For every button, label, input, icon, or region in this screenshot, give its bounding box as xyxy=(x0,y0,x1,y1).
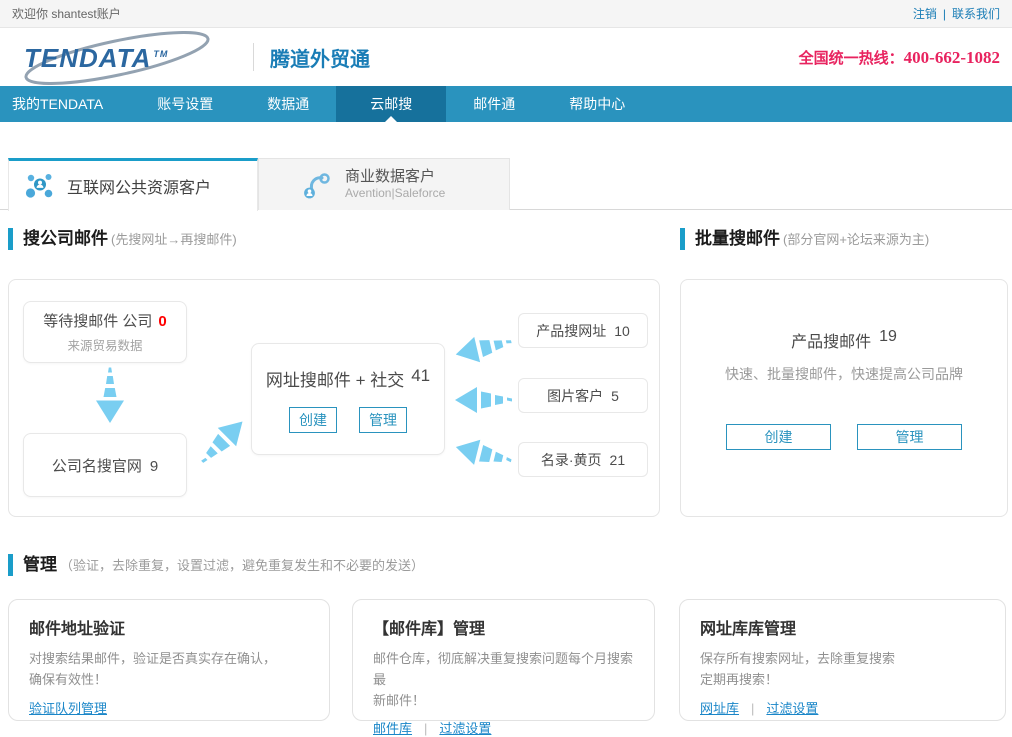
card-body-line: 确保有效性！ xyxy=(29,670,309,691)
hotline: 全国统一热线：400-662-1082 xyxy=(799,47,1000,68)
source-count: 5 xyxy=(611,388,619,404)
verification-queue-link[interactable]: 验证队列管理 xyxy=(29,701,107,716)
center-box-label: 网址搜邮件 + 社交 xyxy=(266,366,404,391)
topbar-separator: | xyxy=(943,7,946,21)
section-note: (先搜网址→再搜邮件) xyxy=(111,229,237,248)
company-search-count: 9 xyxy=(150,458,158,475)
filter-settings-link[interactable]: 过滤设置 xyxy=(766,701,818,716)
card-body-line: 邮件仓库，彻底解决重复搜索问题每个月搜索最 xyxy=(373,649,634,691)
center-box-count: 41 xyxy=(411,366,430,391)
waiting-source: 来源贸易数据 xyxy=(67,335,142,354)
batch-description: 快速、批量搜邮件，快速提高公司品牌 xyxy=(725,364,963,384)
flow-arrow-down-icon xyxy=(93,367,127,423)
image-customers-box: 图片客户 5 xyxy=(518,378,648,413)
url-library-link[interactable]: 网址库 xyxy=(700,701,739,716)
trademark-symbol: TM xyxy=(153,49,168,59)
url-search-email-box: 网址搜邮件 + 社交 41 创建 管理 xyxy=(251,343,445,455)
manage-button[interactable]: 管理 xyxy=(359,407,407,433)
share-user-icon xyxy=(301,169,333,201)
manage-section-heading: 管理 （验证，去除重复，设置过滤，避免重复发生和不必要的发送） xyxy=(8,554,424,576)
link-separator: | xyxy=(751,701,754,716)
directory-yellowpages-box: 名录·黄页 21 xyxy=(518,442,648,477)
nav-item-cloud-mail-search[interactable]: 云邮搜 xyxy=(336,86,446,122)
logout-link[interactable]: 注销 xyxy=(913,7,937,21)
nav-item-my-tendata[interactable]: 我的TENDATA xyxy=(0,86,130,122)
section-title: 搜公司邮件 xyxy=(23,228,108,250)
tab-label: 商业数据客户 xyxy=(345,168,445,187)
nav-item-help-center[interactable]: 帮助中心 xyxy=(542,86,652,122)
tab-label: 互联网公共资源客户 xyxy=(67,174,211,198)
network-users-icon xyxy=(25,171,55,201)
product-search-email-count: 19 xyxy=(879,328,897,352)
company-name-search-box: 公司名搜官网 9 xyxy=(23,433,187,497)
hotline-number: 400-662-1082 xyxy=(904,48,1000,67)
source-label: 产品搜网址 xyxy=(536,321,606,341)
section-note: （验证，去除重复，设置过滤，避免重复发生和不必要的发送） xyxy=(60,555,424,574)
tendata-logo: TENDATATM xyxy=(12,30,237,84)
card-body-line: 定期再搜索！ xyxy=(700,670,985,691)
nav-item-data-tong[interactable]: 数据通 xyxy=(240,86,336,122)
card-title: 邮件地址验证 xyxy=(29,615,309,639)
tab-business-data-customers[interactable]: 商业数据客户 Avention|Saleforce xyxy=(258,158,510,210)
card-title: 【邮件库】管理 xyxy=(373,615,634,639)
source-label: 名录·黄页 xyxy=(541,450,602,470)
flow-arrow-left-icon xyxy=(452,326,516,370)
top-utility-bar: 欢迎你 shantest账户 注销 | 联系我们 xyxy=(0,0,1012,28)
brand-header: TENDATATM 腾道外贸通 全国统一热线：400-662-1082 xyxy=(0,28,1012,86)
section-title: 批量搜邮件 xyxy=(695,228,780,250)
section-title: 管理 xyxy=(23,554,57,576)
nav-item-account-settings[interactable]: 账号设置 xyxy=(130,86,240,122)
create-button[interactable]: 创建 xyxy=(289,407,337,433)
customer-source-tabs: 互联网公共资源客户 商业数据客户 Avention|Saleforce xyxy=(0,158,1012,210)
source-count: 10 xyxy=(614,323,630,339)
company-search-label: 公司名搜官网 xyxy=(52,455,142,476)
card-body-line: 保存所有搜索网址，去除重复搜索 xyxy=(700,649,985,670)
url-library-management-card: 网址库库管理 保存所有搜索网址，去除重复搜索 定期再搜索！ 网址库 | 过滤设置 xyxy=(679,599,1006,721)
email-library-management-card: 【邮件库】管理 邮件仓库，彻底解决重复搜索问题每个月搜索最 新邮件！ 邮件库|过… xyxy=(352,599,655,721)
batch-search-email-panel: 产品搜邮件 19 快速、批量搜邮件，快速提高公司品牌 创建 管理 xyxy=(680,279,1008,517)
waiting-count: 0 xyxy=(158,313,166,330)
waiting-companies-box: 等待搜邮件 公司 0 来源贸易数据 xyxy=(23,301,187,363)
nav-item-mail-tong[interactable]: 邮件通 xyxy=(446,86,542,122)
tab-sublabel: Avention|Saleforce xyxy=(345,186,445,201)
card-body-line: 新邮件！ xyxy=(373,691,634,712)
flow-arrow-left-icon xyxy=(455,384,513,416)
product-search-url-box: 产品搜网址 10 xyxy=(518,313,648,348)
source-count: 21 xyxy=(610,452,626,468)
search-company-email-panel: 等待搜邮件 公司 0 来源贸易数据 公司名搜官网 9 网址搜邮件 + 社交 41… xyxy=(8,279,660,517)
main-nav: 我的TENDATA 账号设置 数据通 云邮搜 邮件通 帮助中心 xyxy=(0,86,1012,122)
product-search-email-label: 产品搜邮件 xyxy=(791,328,871,352)
create-button[interactable]: 创建 xyxy=(726,424,831,450)
header-divider xyxy=(253,43,254,71)
batch-search-heading: 批量搜邮件 (部分官网+论坛来源为主) xyxy=(680,228,929,250)
logo-wordmark: TENDATATM xyxy=(24,43,168,74)
card-title: 网址库库管理 xyxy=(700,615,985,639)
tab-internet-public-resources[interactable]: 互联网公共资源客户 xyxy=(8,158,258,211)
manage-button[interactable]: 管理 xyxy=(857,424,962,450)
email-address-verification-card: 邮件地址验证 对搜索结果邮件，验证是否真实存在确认， 确保有效性！ 验证队列管理 xyxy=(8,599,330,721)
search-company-email-heading: 搜公司邮件 (先搜网址→再搜邮件) xyxy=(8,228,237,250)
welcome-text: 欢迎你 shantest账户 xyxy=(12,5,121,22)
hotline-label: 全国统一热线： xyxy=(799,50,904,67)
source-label: 图片客户 xyxy=(547,386,603,406)
contact-us-link[interactable]: 联系我们 xyxy=(952,7,1000,21)
card-body-line: 对搜索结果邮件，验证是否真实存在确认， xyxy=(29,649,309,670)
flow-arrow-diagonal-icon xyxy=(190,410,254,474)
product-name: 腾道外贸通 xyxy=(270,43,370,72)
section-note: (部分官网+论坛来源为主) xyxy=(783,229,929,248)
tabs-spacer xyxy=(0,158,8,210)
flow-arrow-left-icon xyxy=(452,431,516,476)
waiting-label: 等待搜邮件 公司 xyxy=(43,310,152,331)
